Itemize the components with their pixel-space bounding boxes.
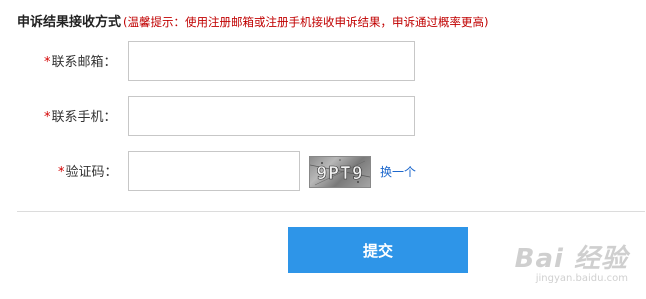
watermark-logo-text: Bai 经验 xyxy=(514,244,628,274)
captcha-image[interactable]: 9PT9 xyxy=(309,156,371,188)
hint-text: (温馨提示：使用注册邮箱或注册手机接收申诉结果，申诉通过概率更高) xyxy=(123,15,489,29)
section-title-text: 申诉结果接收方式 xyxy=(17,15,122,30)
required-mark: * xyxy=(58,165,65,180)
captcha-input[interactable] xyxy=(129,152,299,190)
change-captcha-link[interactable]: 换一个 xyxy=(380,163,416,180)
email-label: *联系邮箱： xyxy=(44,51,117,70)
email-input[interactable] xyxy=(129,42,414,80)
captcha-label-text: 验证码： xyxy=(65,165,118,180)
captcha-noise: 9PT9 xyxy=(310,159,370,186)
email-field[interactable] xyxy=(128,41,415,81)
submit-button[interactable]: 提交 xyxy=(288,227,468,273)
section-title: 申诉结果接收方式 (温馨提示：使用注册邮箱或注册手机接收申诉结果，申诉通过概率更高… xyxy=(17,11,489,30)
required-mark: * xyxy=(44,110,51,125)
email-label-text: 联系邮箱： xyxy=(51,55,117,70)
baidu-watermark: Bai 经验 jingyan.baidu.com xyxy=(515,238,628,284)
captcha-label: *验证码： xyxy=(58,161,118,180)
divider xyxy=(17,211,645,212)
phone-label-text: 联系手机： xyxy=(51,110,117,125)
phone-label: *联系手机： xyxy=(44,106,117,125)
captcha-field[interactable] xyxy=(128,151,300,191)
captcha-text: 9PT9 xyxy=(316,163,363,184)
required-mark: * xyxy=(44,55,51,70)
phone-field[interactable] xyxy=(128,96,415,136)
phone-input[interactable] xyxy=(129,97,414,135)
